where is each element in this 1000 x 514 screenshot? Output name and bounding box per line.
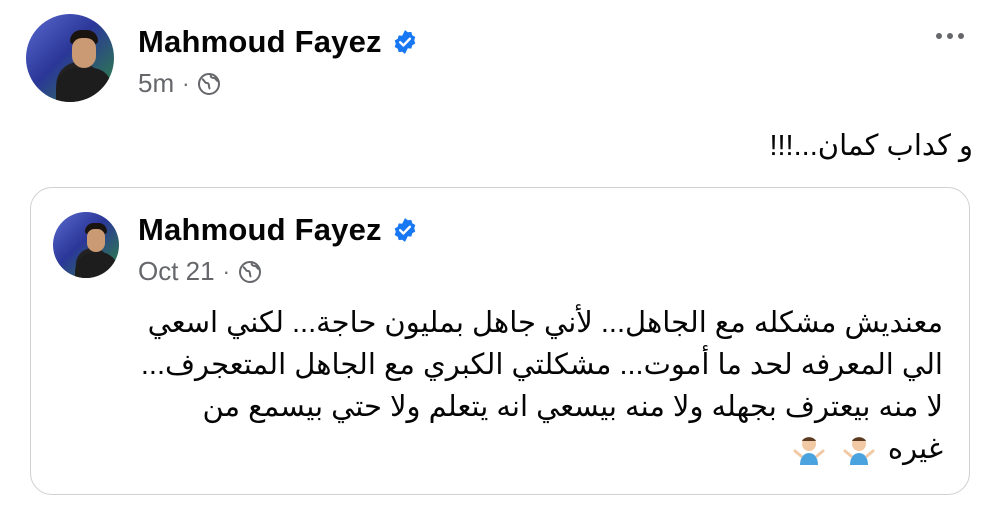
- shared-text-line: لا منه بيعترف بجهله ولا منه بيسعي انه يت…: [202, 391, 943, 423]
- meta-separator: ·: [182, 70, 190, 96]
- shared-text-line: الي المعرفه لحد ما أموت... مشكلتي الكبري…: [140, 349, 943, 381]
- shared-text-line: معنديش مشكله مع الجاهل... لأني جاهل بملي…: [147, 307, 943, 339]
- post-text: و كداب كمان...!!!: [769, 130, 973, 162]
- shared-post-meta: Oct 21 ·: [138, 256, 262, 287]
- shared-author-name[interactable]: Mahmoud Fayez: [138, 212, 382, 248]
- shared-post-text: معنديش مشكله مع الجاهل... لأني جاهل بملي…: [43, 302, 943, 470]
- globe-icon: [238, 260, 261, 283]
- person-shrugging-icon: [793, 437, 825, 466]
- person-shrugging-icon: [843, 437, 875, 466]
- shared-author-avatar[interactable]: [53, 212, 119, 278]
- verified-badge-icon: [394, 30, 416, 54]
- shared-author-name-row: Mahmoud Fayez: [138, 212, 418, 248]
- more-dot-icon: [958, 33, 964, 39]
- post-time[interactable]: 5m: [138, 68, 174, 99]
- shared-text-line: غيره: [887, 433, 943, 465]
- meta-separator: ·: [222, 258, 230, 284]
- shared-text-last-line: غيره: [43, 428, 943, 470]
- shared-post-card[interactable]: Mahmoud Fayez Oct 21 · معنديش مشكله مع ا…: [30, 187, 970, 495]
- post-header: Mahmoud Fayez 5m ·: [26, 14, 976, 114]
- author-avatar[interactable]: [26, 14, 114, 102]
- globe-icon: [198, 72, 221, 95]
- more-dot-icon: [936, 33, 942, 39]
- more-dot-icon: [947, 33, 953, 39]
- shared-post-time[interactable]: Oct 21: [138, 256, 215, 287]
- verified-badge-icon: [394, 218, 416, 242]
- post-meta: 5m ·: [138, 68, 221, 99]
- author-name-row: Mahmoud Fayez: [138, 24, 418, 60]
- author-name[interactable]: Mahmoud Fayez: [138, 24, 382, 60]
- more-options-button[interactable]: [930, 26, 970, 46]
